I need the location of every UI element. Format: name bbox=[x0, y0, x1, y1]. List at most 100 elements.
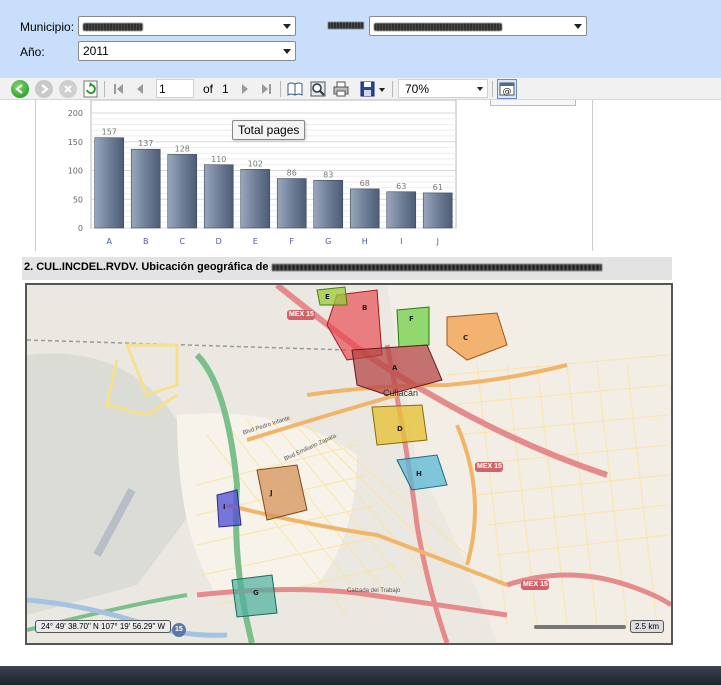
svg-text:C: C bbox=[463, 334, 468, 342]
data-label: 102 bbox=[248, 159, 263, 168]
svg-text:H: H bbox=[416, 470, 422, 478]
svg-text:J: J bbox=[269, 489, 273, 497]
send-email-icon[interactable]: @ bbox=[497, 79, 517, 99]
zoom-select[interactable]: 70% bbox=[398, 79, 488, 98]
back-icon[interactable] bbox=[11, 80, 29, 98]
zoom-value: 70% bbox=[405, 82, 430, 96]
y-tick-label: 200 bbox=[68, 109, 83, 118]
current-page-input[interactable] bbox=[156, 79, 194, 98]
x-tick-label: A bbox=[107, 237, 113, 246]
bar-J[interactable] bbox=[422, 192, 453, 229]
svg-text:@: @ bbox=[503, 87, 512, 97]
chevron-down-icon bbox=[283, 24, 291, 29]
route-shield: 15 bbox=[175, 626, 183, 633]
filter2-label bbox=[328, 22, 364, 29]
chevron-down-icon bbox=[477, 87, 483, 91]
filter2-value bbox=[374, 23, 502, 31]
anio-select[interactable]: 2011 bbox=[78, 41, 296, 61]
bar-I[interactable] bbox=[386, 191, 417, 229]
next-page-icon[interactable] bbox=[236, 80, 254, 98]
section-title-text: 2. CUL.INCDEL.RVDV. Ubicación geográfica… bbox=[24, 261, 269, 273]
chevron-down-icon bbox=[574, 24, 582, 29]
export-dropdown-chevron-down-icon[interactable] bbox=[377, 80, 387, 98]
data-label: 61 bbox=[433, 183, 443, 192]
anio-value: 2011 bbox=[83, 44, 109, 58]
municipio-value bbox=[83, 23, 143, 31]
total-pages: 1 bbox=[222, 82, 229, 96]
bar-D[interactable] bbox=[203, 164, 234, 229]
section-title: 2. CUL.INCDEL.RVDV. Ubicación geográfica… bbox=[22, 257, 672, 280]
municipio-select[interactable] bbox=[78, 16, 296, 36]
map-view[interactable]: A B C D E F G H I J MEX 15 MEX 15 MEX 15 15 Cul… bbox=[25, 283, 673, 645]
road-shield: MEX 15 bbox=[477, 463, 502, 470]
parameter-panel: Municipio: Año: 2011 bbox=[0, 0, 721, 78]
road-shield: MEX 15 bbox=[289, 311, 314, 318]
x-tick-label: I bbox=[400, 237, 402, 246]
svg-text:D: D bbox=[397, 425, 403, 433]
y-tick-label: 100 bbox=[68, 167, 83, 176]
find-icon[interactable] bbox=[309, 80, 327, 98]
previous-page-icon[interactable] bbox=[131, 80, 149, 98]
toolbar-divider bbox=[492, 81, 493, 97]
svg-text:A: A bbox=[392, 364, 398, 372]
y-tick-label: 0 bbox=[78, 224, 83, 233]
forward-icon[interactable] bbox=[35, 80, 53, 98]
svg-text:G: G bbox=[253, 589, 259, 597]
svg-text:E: E bbox=[325, 293, 330, 301]
bar-E[interactable] bbox=[240, 169, 271, 229]
bar-C[interactable] bbox=[167, 154, 198, 229]
export-icon[interactable] bbox=[359, 80, 377, 98]
anio-label: Año: bbox=[20, 45, 45, 59]
data-label: 128 bbox=[175, 144, 190, 153]
city-label: Culiacán bbox=[383, 388, 419, 398]
stop-icon[interactable] bbox=[59, 80, 77, 98]
y-tick-label: 50 bbox=[73, 195, 83, 204]
svg-text:B: B bbox=[362, 304, 367, 312]
y-tick-label: 150 bbox=[68, 138, 83, 147]
report-toolbar: of 1 70% @ bbox=[0, 78, 721, 100]
bar-F[interactable] bbox=[276, 178, 307, 229]
x-tick-label: F bbox=[289, 237, 294, 246]
road-shield: MEX 15 bbox=[523, 581, 548, 588]
data-label: 86 bbox=[287, 169, 297, 178]
data-label: 83 bbox=[323, 170, 333, 179]
data-label: 157 bbox=[102, 128, 117, 137]
x-tick-label: C bbox=[179, 237, 185, 246]
filter2-select[interactable] bbox=[369, 16, 587, 36]
svg-text:F: F bbox=[409, 315, 414, 323]
scale-label: 2.5 km bbox=[630, 620, 665, 633]
bar-A[interactable] bbox=[94, 137, 125, 229]
scale-bar bbox=[534, 625, 626, 629]
bar-chart: 200 150 100 50 0 157 A 137 B 128 C 110 D 102 E 86 F 83 G 68… bbox=[68, 99, 457, 246]
x-tick-label: B bbox=[143, 237, 149, 246]
taskbar bbox=[0, 666, 721, 685]
svg-text:I: I bbox=[223, 503, 226, 511]
coordinates-readout: 24° 49' 38.70" N 107° 19' 56.29" W bbox=[35, 620, 172, 633]
refresh-icon[interactable] bbox=[82, 80, 100, 98]
first-page-icon[interactable] bbox=[110, 80, 128, 98]
redacted-text bbox=[271, 263, 602, 271]
x-tick-label: H bbox=[362, 237, 368, 246]
last-page-icon[interactable] bbox=[257, 80, 275, 98]
data-label: 110 bbox=[211, 155, 226, 164]
x-tick-label: J bbox=[436, 237, 439, 246]
bar-chart-panel: 200 150 100 50 0 157 A 137 B 128 C 110 D 102 E 86 F 83 G 68… bbox=[35, 99, 593, 251]
toolbar-divider bbox=[104, 81, 105, 97]
x-tick-label: D bbox=[216, 237, 222, 246]
bar-H[interactable] bbox=[349, 188, 380, 229]
municipio-label: Municipio: bbox=[20, 20, 75, 34]
chevron-down-icon bbox=[283, 49, 291, 54]
toolbar-divider bbox=[392, 81, 393, 97]
bar-G[interactable] bbox=[313, 179, 344, 229]
data-label: 63 bbox=[396, 182, 406, 191]
report-side-panel bbox=[490, 100, 576, 106]
bar-B[interactable] bbox=[130, 148, 161, 229]
document-map-icon[interactable] bbox=[286, 80, 304, 98]
of-label: of bbox=[203, 82, 214, 96]
street-label: Calzada del Trabajo bbox=[347, 588, 401, 594]
print-icon[interactable] bbox=[332, 80, 350, 98]
toolbar-divider bbox=[280, 81, 281, 97]
x-tick-label: E bbox=[253, 237, 258, 246]
data-label: 137 bbox=[138, 139, 153, 148]
x-tick-label: G bbox=[325, 237, 331, 246]
